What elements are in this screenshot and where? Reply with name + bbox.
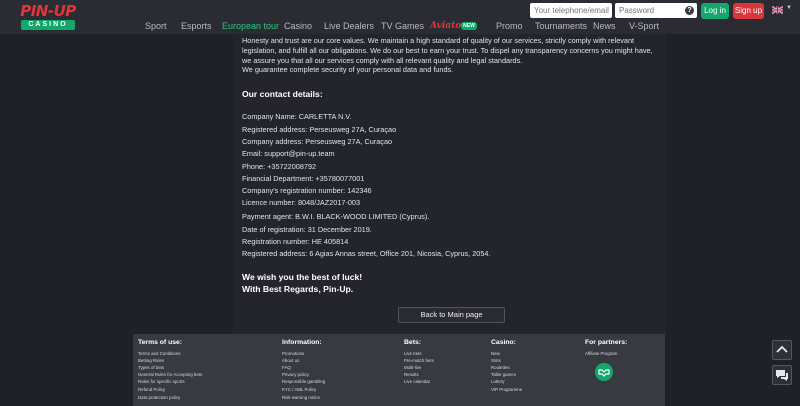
nav-european-tour[interactable]: European tour [222,21,279,32]
footer-link[interactable]: FAQ [282,365,291,371]
chat-button[interactable] [772,365,792,385]
logo-wordmark: PIN-UP [20,2,76,20]
payment-agent: Payment agent: B.W.I. BLACK-WOOD LIMITED… [242,212,430,221]
footer-casino-title: Casino: [491,339,516,346]
agent-registered-address: Registered address: 6 Agias Annas street… [242,249,491,258]
support-email: Email: support@pin-up.team [242,149,335,158]
footer-link[interactable]: New [491,351,500,357]
footer-link[interactable]: Risk warning notice [282,395,320,401]
footer-link[interactable]: Responsible gambling [282,379,325,385]
footer-link[interactable]: KYC / AML Policy [282,387,316,393]
logo-casino-label: CASINO [21,20,75,30]
nav-sport[interactable]: Sport [145,21,167,32]
nav-esports[interactable]: Esports [181,21,212,32]
nav-live-dealers[interactable]: Live Dealers [324,21,374,32]
footer-link[interactable]: Live bets [404,351,422,357]
footer-link[interactable]: Types of bets [138,365,164,371]
footer-link[interactable]: Rules for specific sports [138,379,185,385]
footer-link[interactable]: Roulettes [491,365,510,371]
contact-heading: Our contact details: [242,89,323,99]
footer-link[interactable]: Betting Rules [138,358,164,364]
footer-link[interactable]: Live calendar [404,379,430,385]
footer-partners-title: For partners: [585,339,628,346]
footer-link[interactable]: Slots [491,358,501,364]
agent-registration-number: Registration number: HE 405814 [242,237,349,246]
footer-link[interactable]: General Rules for Accepting bets [138,372,202,378]
footer-link[interactable]: Affiliate Program [585,351,617,357]
footer-bets-title: Bets: [404,339,421,346]
top-header: PIN-UP CASINO Sport Esports European tou… [0,0,800,34]
footer-link[interactable]: Privacy policy [282,372,309,378]
scroll-up-button[interactable] [772,340,792,360]
closing-regards: With Best Regards, Pin-Up. [242,284,354,294]
help-icon[interactable]: ? [685,6,694,15]
nav-casino[interactable]: Casino [284,21,312,32]
pin-up-casino-logo[interactable]: PIN-UP CASINO [16,3,80,30]
footer-link[interactable]: Multi-live [404,365,421,371]
footer-link[interactable]: Pre-match bets [404,358,434,364]
nav-tournaments[interactable]: Tournaments [535,21,587,32]
new-badge: NEW [461,22,477,30]
chat-icon [776,370,788,381]
uk-flag-icon[interactable] [772,6,783,14]
footer-link[interactable]: Terms and Conditions [138,351,180,357]
login-button[interactable]: Log in [701,3,729,19]
footer-link[interactable]: Data protection policy [138,395,180,401]
registered-address: Registered address: Perseusweg 27A, Cura… [242,125,397,134]
financial-department: Financial Department: +35780077001 [242,174,365,183]
password-input[interactable] [615,3,683,18]
signup-button[interactable]: Sign up [733,3,764,19]
scroll-up-icon [776,345,788,353]
licence-number: Licence number: 8048/JAZ2017-003 [242,198,361,207]
nav-v-sport[interactable]: V-Sport [629,21,659,32]
closing-wish: We wish you the best of luck! [242,272,363,282]
password-field: ? [615,3,697,18]
footer-link[interactable]: Lottery [491,379,504,385]
registration-number: Company's registration number: 142346 [242,186,372,195]
footer-link[interactable]: Results [404,372,419,378]
back-to-main-button[interactable]: Back to Main page [398,307,505,323]
footer-link[interactable]: About us [282,358,299,364]
phone-email-input[interactable] [530,3,612,18]
footer-link[interactable]: VIP Programme [491,387,522,393]
company-name: Company Name: CARLETTA N.V. [242,112,352,121]
footer-link[interactable]: Promotions [282,351,304,357]
chevron-down-icon[interactable]: ▼ [786,5,792,11]
partner-handshake-icon[interactable] [595,363,613,381]
footer-link[interactable]: Refund Policy [138,387,165,393]
date-of-registration: Date of registration: 31 December 2019. [242,225,372,234]
nav-news[interactable]: News [593,21,616,32]
security-text: We guarantee complete security of your p… [242,65,454,74]
footer-terms-title: Terms of use: [138,339,183,346]
company-address: Company address: Perseusweg 27A, Curaçao [242,137,393,146]
footer-link[interactable]: Table games [491,372,516,378]
nav-promo[interactable]: Promo [496,21,523,32]
intro-paragraph: Honesty and trust are our core values. W… [242,36,653,65]
footer-information-title: Information: [282,339,322,346]
nav-tv-games[interactable]: TV Games [381,21,424,32]
phone-number: Phone: +35722008792 [242,162,317,171]
